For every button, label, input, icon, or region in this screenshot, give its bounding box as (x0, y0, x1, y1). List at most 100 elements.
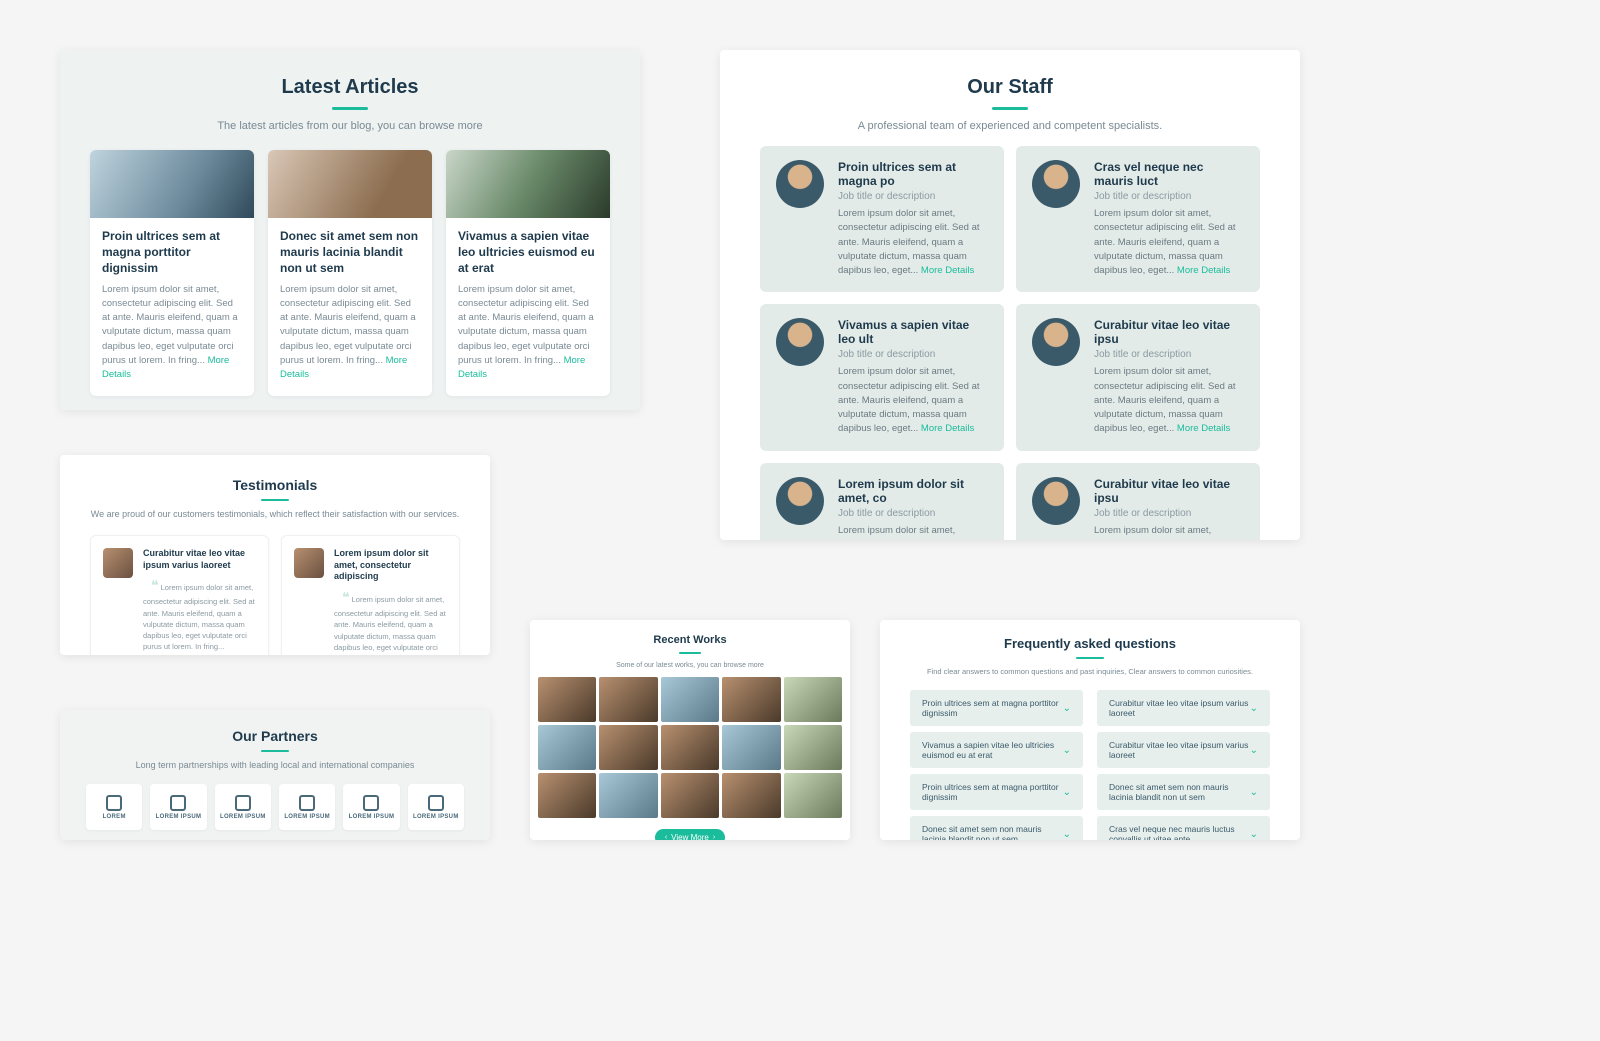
article-card[interactable]: Proin ultrices sem at magna porttitor di… (90, 150, 254, 396)
article-excerpt: Lorem ipsum dolor sit amet, consectetur … (280, 283, 420, 383)
staff-card[interactable]: Curabitur vitae leo vitae ipsu Job title… (1016, 463, 1260, 541)
partner-logo[interactable]: LOREM IPSUM (408, 784, 464, 830)
testimonial-avatar (294, 548, 324, 578)
work-thumbnail[interactable] (722, 725, 780, 770)
work-thumbnail[interactable] (722, 773, 780, 818)
partner-logo[interactable]: LOREM IPSUM (215, 784, 271, 830)
partner-name: LOREM IPSUM (413, 814, 459, 820)
work-thumbnail[interactable] (538, 725, 596, 770)
partner-logo[interactable]: LOREM IPSUM (279, 784, 335, 830)
logo-icon (299, 795, 315, 811)
faq-item[interactable]: Curabitur vitae leo vitae ipsum varius l… (1097, 732, 1270, 768)
divider (679, 652, 701, 654)
staff-panel: Our Staff A professional team of experie… (720, 50, 1300, 540)
work-thumbnail[interactable] (784, 725, 842, 770)
testimonial-card: Curabitur vitae leo vitae ipsum varius l… (90, 535, 269, 655)
partner-name: LOREM (103, 814, 126, 820)
faq-item[interactable]: Proin ultrices sem at magna porttitor di… (910, 774, 1083, 810)
work-thumbnail[interactable] (599, 677, 657, 722)
partners-title: Our Partners (60, 728, 490, 744)
chevron-down-icon: ⌄ (1063, 745, 1071, 756)
logo-icon (106, 795, 122, 811)
faq-item[interactable]: Vivamus a sapien vitae leo ultricies eui… (910, 732, 1083, 768)
article-title: Proin ultrices sem at magna porttitor di… (102, 228, 242, 277)
staff-card[interactable]: Cras vel neque nec mauris luct Job title… (1016, 146, 1260, 292)
testimonials-subtitle: We are proud of our customers testimonia… (60, 509, 490, 519)
staff-card[interactable]: Curabitur vitae leo vitae ipsu Job title… (1016, 304, 1260, 450)
work-thumbnail[interactable] (661, 677, 719, 722)
divider (332, 107, 368, 110)
more-details-link[interactable]: More Details (921, 423, 974, 434)
staff-name: Vivamus a sapien vitae leo ult (838, 318, 988, 346)
partners-subtitle: Long term partnerships with leading loca… (60, 760, 490, 770)
article-excerpt: Lorem ipsum dolor sit amet, consectetur … (458, 283, 598, 383)
work-thumbnail[interactable] (599, 773, 657, 818)
works-subtitle: Some of our latest works, you can browse… (530, 662, 850, 669)
staff-bio: Lorem ipsum dolor sit amet, consectetur … (1094, 207, 1244, 278)
partner-logo[interactable]: LOREM IPSUM (343, 784, 399, 830)
faq-item[interactable]: Proin ultrices sem at magna porttitor di… (910, 690, 1083, 726)
avatar (776, 160, 824, 208)
logo-icon (363, 795, 379, 811)
partner-logo[interactable]: LOREM IPSUM (150, 784, 206, 830)
faq-title: Frequently asked questions (880, 636, 1300, 651)
testimonial-text: ❝ Lorem ipsum dolor sit amet, consectetu… (143, 575, 256, 652)
article-title: Donec sit amet sem non mauris lacinia bl… (280, 228, 420, 277)
partner-name: LOREM IPSUM (284, 814, 330, 820)
testimonial-text: ❝ Lorem ipsum dolor sit amet, consectetu… (334, 587, 447, 655)
chevron-down-icon: ⌄ (1063, 787, 1071, 798)
divider (261, 499, 289, 501)
view-more-button[interactable]: ‹View More› (655, 829, 725, 840)
work-thumbnail[interactable] (722, 677, 780, 722)
divider (992, 107, 1028, 110)
quote-icon: ❝ (151, 577, 159, 593)
faq-question: Proin ultrices sem at magna porttitor di… (922, 698, 1063, 718)
work-thumbnail[interactable] (661, 725, 719, 770)
works-title: Recent Works (530, 634, 850, 646)
article-image (90, 150, 254, 218)
partners-panel: Our Partners Long term partnerships with… (60, 710, 490, 840)
work-thumbnail[interactable] (538, 773, 596, 818)
faq-subtitle: Find clear answers to common questions a… (880, 667, 1300, 676)
quote-icon: ❝ (342, 589, 350, 605)
staff-bio: Lorem ipsum dolor sit amet, consectetur … (838, 207, 988, 278)
chevron-down-icon: ⌄ (1250, 703, 1258, 714)
work-thumbnail[interactable] (599, 725, 657, 770)
staff-name: Curabitur vitae leo vitae ipsu (1094, 477, 1244, 505)
faq-item[interactable]: Donec sit amet sem non mauris lacinia bl… (910, 816, 1083, 840)
more-details-link[interactable]: More Details (1177, 265, 1230, 276)
staff-bio: Lorem ipsum dolor sit amet, consectetur … (1094, 365, 1244, 436)
articles-title: Latest Articles (60, 76, 640, 99)
staff-name: Cras vel neque nec mauris luct (1094, 160, 1244, 188)
more-details-link[interactable]: More Details (921, 265, 974, 276)
staff-name: Lorem ipsum dolor sit amet, co (838, 477, 988, 505)
article-card[interactable]: Vivamus a sapien vitae leo ultricies eui… (446, 150, 610, 396)
logo-icon (428, 795, 444, 811)
staff-card[interactable]: Lorem ipsum dolor sit amet, co Job title… (760, 463, 1004, 541)
faq-item[interactable]: Donec sit amet sem non mauris lacinia bl… (1097, 774, 1270, 810)
staff-job: Job title or description (1094, 191, 1244, 202)
partner-name: LOREM IPSUM (349, 814, 395, 820)
more-details-link[interactable]: More Details (1177, 423, 1230, 434)
staff-card[interactable]: Proin ultrices sem at magna po Job title… (760, 146, 1004, 292)
staff-card[interactable]: Vivamus a sapien vitae leo ult Job title… (760, 304, 1004, 450)
article-title: Vivamus a sapien vitae leo ultricies eui… (458, 228, 598, 277)
work-thumbnail[interactable] (661, 773, 719, 818)
staff-subtitle: A professional team of experienced and c… (720, 120, 1300, 132)
work-thumbnail[interactable] (784, 677, 842, 722)
testimonial-card: Lorem ipsum dolor sit amet, consectetur … (281, 535, 460, 655)
staff-job: Job title or description (1094, 349, 1244, 360)
article-image (446, 150, 610, 218)
carousel-dots (60, 396, 640, 410)
partner-logo[interactable]: LOREM (86, 784, 142, 830)
article-card[interactable]: Donec sit amet sem non mauris lacinia bl… (268, 150, 432, 396)
faq-item[interactable]: Curabitur vitae leo vitae ipsum varius l… (1097, 690, 1270, 726)
work-thumbnail[interactable] (784, 773, 842, 818)
avatar (1032, 477, 1080, 525)
work-thumbnail[interactable] (538, 677, 596, 722)
faq-question: Cras vel neque nec mauris luctus convall… (1109, 824, 1250, 840)
staff-bio: Lorem ipsum dolor sit amet, consectetur … (838, 365, 988, 436)
faq-item[interactable]: Cras vel neque nec mauris luctus convall… (1097, 816, 1270, 840)
articles-panel: Latest Articles The latest articles from… (60, 50, 640, 410)
testimonial-title: Curabitur vitae leo vitae ipsum varius l… (143, 548, 256, 571)
